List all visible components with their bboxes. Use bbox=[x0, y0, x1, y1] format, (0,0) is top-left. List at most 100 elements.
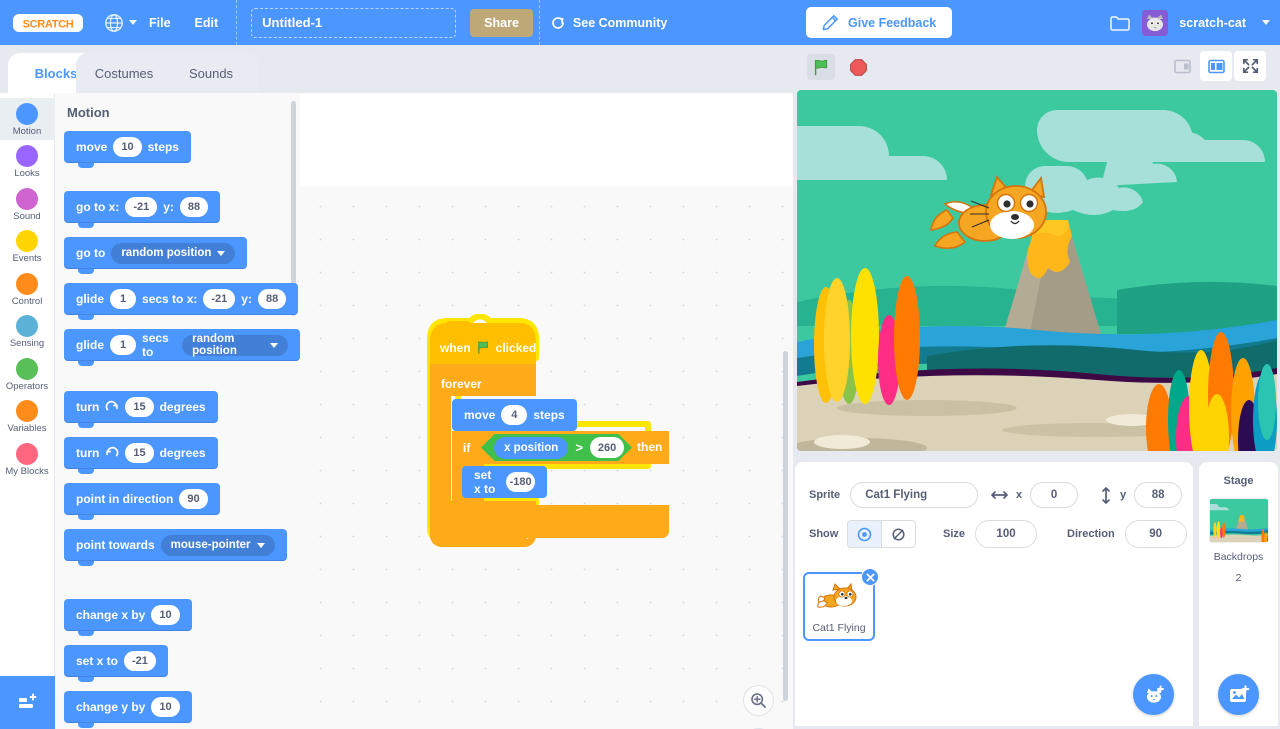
give-feedback-label: Give Feedback bbox=[848, 16, 936, 30]
category-operators[interactable]: Operators bbox=[0, 353, 55, 395]
block-text: change x by bbox=[76, 608, 145, 622]
palette-block-move[interactable]: move 10 steps bbox=[64, 131, 191, 163]
palette-block-turn-left[interactable]: turn 15 degrees bbox=[64, 437, 218, 469]
block-when-flag-clicked[interactable]: when clicked bbox=[430, 321, 536, 368]
username-label[interactable]: scratch-cat bbox=[1179, 16, 1246, 30]
block-input[interactable]: 1 bbox=[110, 335, 136, 355]
category-control[interactable]: Control bbox=[0, 268, 55, 310]
palette-block-glide-to[interactable]: glide 1 secs to random position bbox=[64, 329, 300, 361]
block-input[interactable]: 15 bbox=[125, 443, 153, 463]
block-input[interactable]: 1 bbox=[110, 289, 136, 309]
stage-canvas[interactable] bbox=[797, 90, 1277, 451]
small-stage-button[interactable] bbox=[1166, 51, 1198, 81]
give-feedback-button[interactable]: Give Feedback bbox=[806, 7, 952, 38]
add-extension-icon bbox=[16, 691, 40, 715]
language-selector[interactable] bbox=[104, 13, 137, 33]
palette-block-set-x[interactable]: set x to -21 bbox=[64, 645, 168, 677]
tab-sounds[interactable]: Sounds bbox=[163, 53, 259, 93]
y-axis-icon bbox=[1100, 487, 1112, 504]
steps-label: steps bbox=[533, 408, 564, 422]
palette-block-point-in-direction[interactable]: point in direction 90 bbox=[64, 483, 220, 515]
block-dropdown[interactable]: random position bbox=[182, 335, 288, 356]
palette-block-turn-right[interactable]: turn 15 degrees bbox=[64, 391, 218, 423]
set-x-input[interactable]: -180 bbox=[506, 472, 536, 492]
block-input[interactable]: 88 bbox=[180, 197, 208, 217]
block-input[interactable]: 15 bbox=[125, 397, 153, 417]
stage-header-controls bbox=[793, 45, 1280, 89]
sprite-direction-row: Direction bbox=[1067, 520, 1187, 548]
file-menu[interactable]: File bbox=[137, 10, 183, 36]
tab-costumes[interactable]: Costumes bbox=[76, 53, 172, 93]
block-input[interactable]: 10 bbox=[151, 697, 179, 717]
folder-icon[interactable] bbox=[1109, 13, 1131, 33]
small-stage-icon bbox=[1174, 59, 1191, 74]
add-sprite-button[interactable] bbox=[1133, 674, 1174, 715]
block-set-x-to[interactable]: set x to -180 bbox=[462, 466, 547, 498]
palette-block-go-to[interactable]: go to random position bbox=[64, 237, 247, 269]
edit-menu[interactable]: Edit bbox=[183, 10, 231, 36]
share-button[interactable]: Share bbox=[470, 9, 533, 37]
palette-block-change-x[interactable]: change x by 10 bbox=[64, 599, 192, 631]
see-community-button[interactable]: See Community bbox=[546, 15, 671, 31]
scratch-logo[interactable]: SCRATCH bbox=[12, 11, 84, 35]
palette-block-go-to-xy[interactable]: go to x: -21 y: 88 bbox=[64, 191, 220, 223]
palette-block-point-towards[interactable]: point towards mouse-pointer bbox=[64, 529, 287, 561]
category-motion[interactable]: Motion bbox=[0, 98, 55, 140]
compare-value-input[interactable]: 260 bbox=[590, 437, 624, 458]
block-input[interactable]: -21 bbox=[124, 651, 156, 671]
project-title-input[interactable] bbox=[251, 8, 456, 38]
account-chevron-down-icon[interactable] bbox=[1262, 20, 1270, 25]
palette-block-glide-xy[interactable]: glide 1 secs to x: -21 y: 88 bbox=[64, 283, 298, 315]
category-sound[interactable]: Sound bbox=[0, 183, 55, 225]
palette-heading: Motion bbox=[55, 93, 300, 126]
block-input[interactable]: 90 bbox=[179, 489, 207, 509]
block-dropdown[interactable]: random position bbox=[111, 243, 235, 264]
delete-sprite-button[interactable] bbox=[861, 568, 879, 586]
turn-clockwise-icon bbox=[105, 400, 119, 414]
stop-button[interactable] bbox=[844, 54, 872, 80]
hide-sprite-button[interactable] bbox=[882, 521, 915, 547]
move-steps-input[interactable]: 4 bbox=[501, 405, 527, 425]
reporter-x-position[interactable]: x position bbox=[494, 437, 568, 459]
category-events[interactable]: Events bbox=[0, 225, 55, 267]
category-variables[interactable]: Variables bbox=[0, 395, 55, 437]
block-input[interactable]: -21 bbox=[125, 197, 157, 217]
direction-input[interactable] bbox=[1125, 520, 1187, 548]
sprite-size-row: Size bbox=[943, 520, 1037, 548]
workspace-vertical-scrollbar[interactable] bbox=[783, 351, 788, 701]
block-greater-than[interactable]: x position > 260 bbox=[481, 434, 632, 461]
block-palette[interactable]: Motion move 10 steps go to x: -21 y: 88 … bbox=[55, 93, 300, 729]
stage-selector-card[interactable]: Stage Ba bbox=[1199, 462, 1278, 726]
category-looks[interactable]: Looks bbox=[0, 140, 55, 182]
y-position-input[interactable] bbox=[1134, 482, 1182, 508]
block-move-steps[interactable]: move 4 steps bbox=[452, 399, 577, 431]
size-input[interactable] bbox=[975, 520, 1037, 548]
block-text: turn bbox=[76, 446, 99, 460]
block-input[interactable]: 88 bbox=[258, 289, 286, 309]
sprite-list-item-cat1-flying[interactable]: Cat1 Flying bbox=[803, 572, 875, 641]
large-stage-button[interactable] bbox=[1200, 51, 1232, 81]
menu-divider-2 bbox=[539, 0, 540, 45]
add-backdrop-button[interactable] bbox=[1218, 674, 1259, 715]
zoom-in-button[interactable] bbox=[743, 685, 774, 716]
avatar[interactable] bbox=[1142, 10, 1168, 36]
add-backdrop-icon bbox=[1228, 684, 1250, 706]
show-sprite-button[interactable] bbox=[848, 521, 881, 547]
sprite-pane: Sprite x y Show bbox=[793, 459, 1280, 729]
add-extension-button[interactable] bbox=[0, 676, 55, 729]
block-input[interactable]: 10 bbox=[151, 605, 179, 625]
green-flag-button[interactable] bbox=[807, 54, 835, 80]
block-input[interactable]: 10 bbox=[113, 137, 141, 157]
block-dropdown[interactable]: mouse-pointer bbox=[161, 535, 275, 556]
eye-icon bbox=[857, 527, 872, 542]
category-my-blocks[interactable]: My Blocks bbox=[0, 438, 55, 480]
category-sensing[interactable]: Sensing bbox=[0, 310, 55, 352]
size-label: Size bbox=[943, 528, 965, 540]
palette-block-change-y[interactable]: change y by 10 bbox=[64, 691, 192, 723]
script-workspace[interactable]: when clicked forever bbox=[300, 186, 793, 729]
menu-bar: SCRATCH File Edit Share See Communi bbox=[0, 0, 1280, 45]
sprite-name-input[interactable] bbox=[850, 482, 978, 508]
x-position-input[interactable] bbox=[1030, 482, 1078, 508]
fullscreen-button[interactable] bbox=[1234, 51, 1266, 81]
block-input[interactable]: -21 bbox=[203, 289, 235, 309]
